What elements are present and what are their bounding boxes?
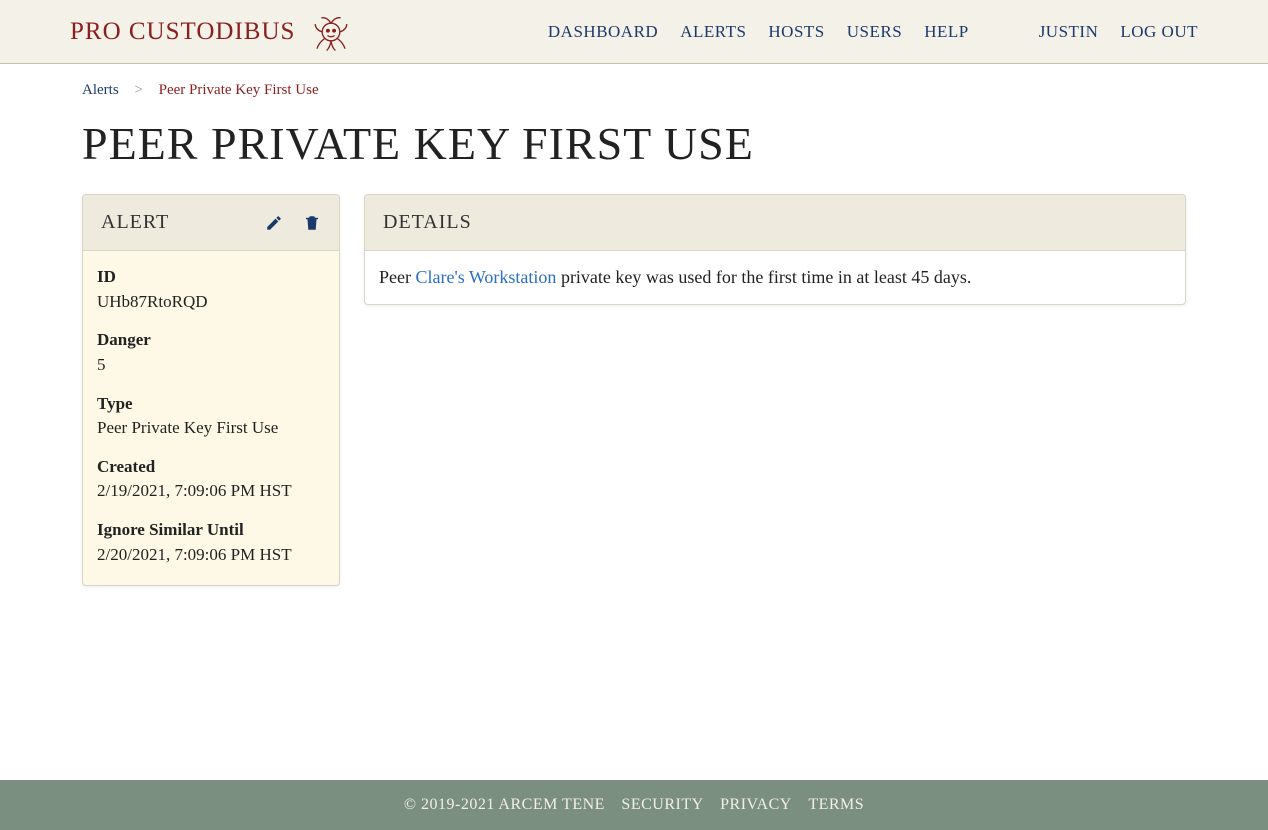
footer-privacy[interactable]: PRIVACY [720,796,792,813]
nav-help[interactable]: HELP [924,22,969,42]
brand[interactable]: PRO CUSTODIBUS [70,10,353,54]
alert-created-label: Created [97,455,325,480]
alert-ignore-value: 2/20/2021, 7:09:06 PM HST [97,543,325,568]
alert-type-value: Peer Private Key First Use [97,416,325,441]
nav-users[interactable]: USERS [847,22,902,42]
alert-card-title: ALERT [101,211,169,234]
nav-hosts[interactable]: HOSTS [768,22,824,42]
alert-card: ALERT ID UHb87RtoRQD Danger 5 Type [82,194,340,586]
footer-copyright: © 2019-2021 ARCEM TENE [404,796,605,813]
footer-security[interactable]: SECURITY [621,796,703,813]
main-nav: DASHBOARD ALERTS HOSTS USERS HELP JUSTIN… [548,22,1198,42]
nav-dashboard[interactable]: DASHBOARD [548,22,658,42]
page-title: PEER PRIVATE KEY FIRST USE [0,99,1268,194]
breadcrumb-parent[interactable]: Alerts [82,82,119,98]
topbar: PRO CUSTODIBUS DASHBOARD ALERTS HOSTS US… [0,0,1268,64]
details-card-title: DETAILS [383,211,472,234]
alert-danger-value: 5 [97,353,325,378]
alert-id-value: UHb87RtoRQD [97,290,325,315]
details-suffix: private key was used for the first time … [556,267,971,287]
alert-danger-label: Danger [97,328,325,353]
footer-terms[interactable]: TERMS [808,796,864,813]
alert-card-body: ID UHb87RtoRQD Danger 5 Type Peer Privat… [83,251,339,585]
footer: © 2019-2021 ARCEM TENE SECURITY PRIVACY … [0,780,1268,830]
alert-ignore-label: Ignore Similar Until [97,518,325,543]
breadcrumb-current: Peer Private Key First Use [159,82,319,98]
details-peer-link[interactable]: Clare's Workstation [415,267,556,287]
details-card-body: Peer Clare's Workstation private key was… [365,251,1185,304]
details-prefix: Peer [379,267,415,287]
alert-field-created: Created 2/19/2021, 7:09:06 PM HST [97,455,325,504]
brand-name: PRO CUSTODIBUS [70,18,295,46]
alert-field-ignore: Ignore Similar Until 2/20/2021, 7:09:06 … [97,518,325,567]
edit-icon[interactable] [265,214,283,232]
trash-icon[interactable] [303,214,321,232]
alert-card-header: ALERT [83,195,339,251]
medusa-logo-icon [309,10,353,54]
breadcrumb: Alerts > Peer Private Key First Use [0,64,1268,99]
breadcrumb-separator: > [134,82,142,99]
alert-field-id: ID UHb87RtoRQD [97,265,325,314]
alert-field-danger: Danger 5 [97,328,325,377]
nav-user[interactable]: JUSTIN [1039,22,1099,42]
alert-card-actions [265,214,321,232]
alert-type-label: Type [97,392,325,417]
main-content: ALERT ID UHb87RtoRQD Danger 5 Type [0,194,1268,780]
details-card: DETAILS Peer Clare's Workstation private… [364,194,1186,305]
alert-field-type: Type Peer Private Key First Use [97,392,325,441]
alert-id-label: ID [97,265,325,290]
details-card-header: DETAILS [365,195,1185,251]
nav-alerts[interactable]: ALERTS [680,22,746,42]
nav-logout[interactable]: LOG OUT [1120,22,1198,42]
alert-created-value: 2/19/2021, 7:09:06 PM HST [97,479,325,504]
